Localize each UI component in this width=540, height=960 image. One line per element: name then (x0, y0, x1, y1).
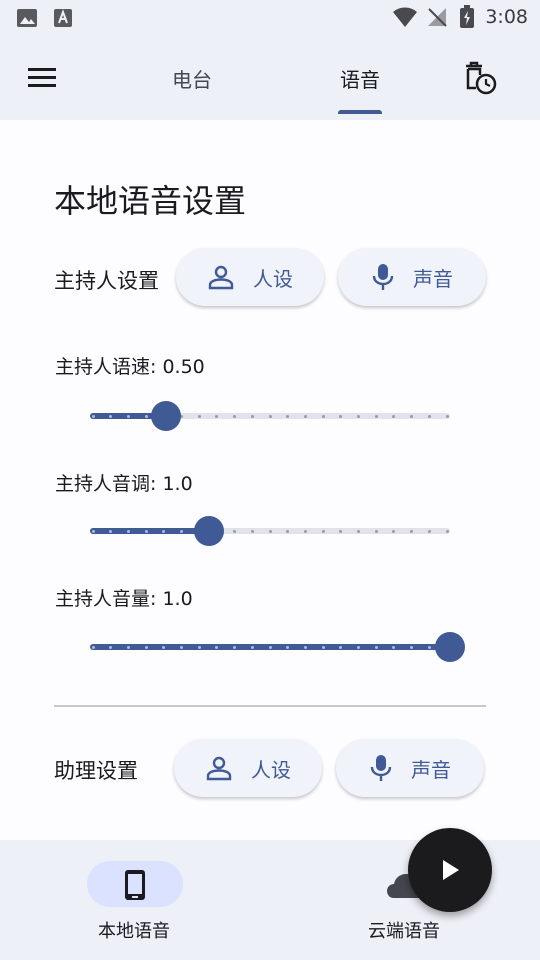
slider-tick (303, 530, 307, 533)
slider-tick (126, 415, 130, 418)
slider-tick (144, 530, 148, 533)
slider-tick (445, 415, 449, 418)
slider-thumb[interactable] (193, 516, 224, 546)
slider-tick (357, 646, 360, 649)
slider-tick (180, 530, 183, 533)
slider-tick (339, 415, 343, 418)
gallery-notification-icon (17, 9, 37, 27)
tab-indicator (338, 110, 382, 114)
assistant-persona-button[interactable]: 人设 (174, 739, 322, 797)
slider-tick (180, 646, 183, 649)
slider-tick (144, 415, 148, 418)
tab-voice[interactable]: 语音 (340, 64, 380, 93)
person-icon (206, 756, 232, 781)
slider-tick (286, 415, 290, 418)
slider-tick (374, 530, 378, 533)
assistant-voice-label: 声音 (411, 757, 451, 782)
slider-tick (427, 415, 431, 418)
slider-tick (233, 415, 237, 418)
slider-tick (427, 530, 431, 533)
slider-tick (357, 415, 360, 418)
slider-tick (233, 530, 237, 533)
menu-icon[interactable] (28, 66, 56, 88)
slider-active-track (90, 528, 209, 534)
assistant-voice-button[interactable]: 声音 (336, 739, 484, 797)
host-volume-label: 主持人音量: 1.0 (55, 588, 193, 610)
no-signal-icon (428, 8, 447, 27)
slider-tick (374, 646, 378, 649)
assistant-settings-label: 助理设置 (54, 759, 138, 783)
slider-tick (268, 530, 272, 533)
page-title: 本地语音设置 (54, 182, 247, 220)
slider-tick (410, 530, 414, 533)
host-volume-slider[interactable] (90, 632, 465, 662)
slider-tick (91, 415, 95, 418)
microphone-icon (370, 755, 392, 781)
slider-tick (250, 530, 254, 533)
delete-schedule-icon[interactable] (462, 60, 498, 96)
slider-tick (126, 530, 130, 533)
slider-tick (427, 646, 431, 649)
slider-tick (445, 530, 449, 533)
slider-tick (250, 415, 254, 418)
smartphone-icon (125, 870, 145, 900)
slider-tick (250, 646, 254, 649)
host-pitch-slider[interactable] (90, 516, 450, 546)
top-app-bar: 电台 语音 (0, 36, 540, 120)
play-icon (443, 860, 459, 880)
nav-label-cloud-voice[interactable]: 云端语音 (368, 917, 440, 943)
slider-tick (91, 646, 95, 649)
slider-tick (357, 530, 360, 533)
slider-tick (197, 646, 201, 649)
slider-tick (126, 646, 130, 649)
slider-tick (321, 415, 325, 418)
slider-tick (215, 415, 219, 418)
host-speed-slider[interactable] (90, 401, 450, 431)
slider-tick (321, 646, 325, 649)
tab-radio[interactable]: 电台 (172, 64, 212, 93)
host-pitch-label: 主持人音调: 1.0 (55, 473, 193, 495)
microphone-icon (372, 264, 394, 290)
host-settings-label: 主持人设置 (54, 269, 159, 293)
person-icon (208, 265, 234, 290)
nav-item-local-voice[interactable] (87, 861, 183, 907)
host-persona-label: 人设 (253, 266, 293, 291)
slider-tick (268, 646, 272, 649)
slider-tick (303, 646, 307, 649)
status-bar: 3:08 (0, 0, 540, 36)
slider-tick (374, 415, 378, 418)
slider-thumb[interactable] (435, 632, 465, 662)
assistant-persona-label: 人设 (251, 757, 291, 782)
wifi-icon (393, 7, 417, 27)
host-voice-label: 声音 (413, 266, 453, 291)
slider-tick (321, 530, 325, 533)
play-fab-button[interactable] (408, 828, 492, 912)
font-notification-icon (54, 9, 72, 27)
slider-tick (339, 530, 343, 533)
divider (54, 705, 486, 707)
slider-tick (286, 530, 290, 533)
slider-tick (91, 530, 95, 533)
host-persona-button[interactable]: 人设 (176, 248, 324, 306)
slider-thumb[interactable] (150, 401, 181, 431)
slider-tick (392, 530, 396, 533)
nav-label-local-voice[interactable]: 本地语音 (98, 917, 170, 943)
host-voice-button[interactable]: 声音 (338, 248, 486, 306)
slider-tick (410, 415, 414, 418)
slider-tick (197, 415, 201, 418)
status-time: 3:08 (485, 6, 528, 28)
slider-tick (268, 415, 272, 418)
slider-tick (392, 415, 396, 418)
slider-tick (144, 646, 148, 649)
battery-charging-icon (460, 5, 474, 28)
host-speed-label: 主持人语速: 0.50 (55, 356, 205, 378)
slider-tick (303, 415, 307, 418)
